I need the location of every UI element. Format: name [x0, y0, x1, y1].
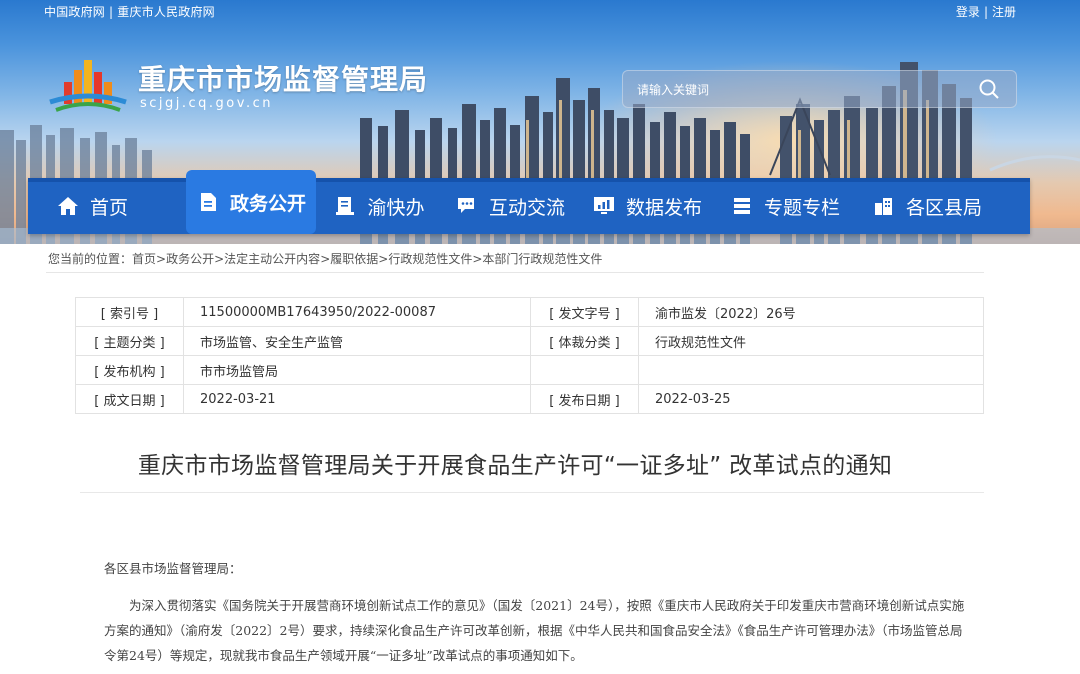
nav-home[interactable]: 首页 — [28, 178, 156, 234]
article-salutation: 各区县市场监督管理局： — [104, 561, 242, 576]
article-body: 各区县市场监督管理局： 为深入贯彻落实《国务院关于开展营商环境创新试点工作的意见… — [104, 556, 974, 668]
user-links: 登录 | 注册 — [955, 5, 1016, 19]
divider — [80, 492, 984, 493]
nav-government-affairs-label: 政务公开 — [229, 192, 306, 215]
table-row: [ 索引号 ] 11500000MB17643950/2022-00087 [ … — [75, 297, 984, 327]
breadcrumb-item[interactable]: 本部门行政规范性文件 — [482, 252, 602, 266]
monitor-chart-icon — [593, 197, 614, 214]
genre-label: [ 体裁分类 ] — [530, 326, 639, 356]
service-icon — [336, 197, 355, 215]
article-paragraph: 为深入贯彻落实《国务院关于开展营商环境创新试点工作的意见》（国发〔2021〕24… — [104, 598, 965, 663]
nav-data-release-label: 数据发布 — [625, 196, 702, 219]
published-date-label: [ 发布日期 ] — [530, 384, 639, 414]
breadcrumb-item[interactable]: 首页 — [132, 252, 156, 266]
list-icon — [733, 198, 750, 214]
created-date-label: [ 成文日期 ] — [75, 384, 184, 414]
created-date-value: 2022-03-21 — [183, 384, 531, 414]
genre-value: 行政规范性文件 — [638, 326, 984, 356]
topic-label: [ 主题分类 ] — [75, 326, 184, 356]
docno-value: 渝市监发〔2022〕26号 — [638, 297, 984, 327]
document-meta-table: [ 索引号 ] 11500000MB17643950/2022-00087 [ … — [75, 297, 984, 414]
table-row: [ 发布机构 ] 市市场监管局 — [75, 355, 984, 385]
breadcrumb-item[interactable]: 行政规范性文件 — [388, 252, 472, 266]
divider — [46, 272, 984, 273]
empty-cell — [638, 355, 984, 385]
org-label: [ 发布机构 ] — [75, 355, 184, 385]
nav-interaction-label: 互动交流 — [488, 196, 565, 219]
table-row: [ 主题分类 ] 市场监管、安全生产监管 [ 体裁分类 ] 行政规范性文件 — [75, 326, 984, 356]
nav-interaction[interactable]: 互动交流 — [442, 178, 578, 234]
nav-special-topics-label: 专题专栏 — [763, 196, 840, 219]
link-gov-cn[interactable]: 中国政府网 — [44, 5, 105, 19]
chat-icon — [457, 198, 474, 213]
article-title: 重庆市市场监督管理局关于开展食品生产许可“一证多址” 改革试点的通知 — [137, 453, 893, 479]
top-links: 中国政府网 | 重庆市人民政府网 — [44, 5, 215, 19]
index-label: [ 索引号 ] — [75, 297, 184, 327]
nav-district-bureaus-label: 各区县局 — [905, 196, 982, 219]
breadcrumb-item[interactable]: 履职依据 — [330, 252, 378, 266]
topic-value: 市场监管、安全生产监管 — [183, 326, 531, 356]
org-value: 市市场监管局 — [183, 355, 531, 385]
buildings-icon — [874, 198, 892, 215]
search-box — [622, 70, 1017, 108]
breadcrumb-prefix: 您当前的位置： — [48, 252, 133, 266]
home-icon — [57, 197, 78, 215]
breadcrumb-item[interactable]: 法定主动公开内容 — [224, 252, 320, 266]
nav-data-release[interactable]: 数据发布 — [578, 178, 716, 234]
nav-special-topics[interactable]: 专题专栏 — [716, 178, 854, 234]
nav-yukuaiban[interactable]: 渝快办 — [316, 178, 442, 234]
site-logo-icon[interactable] — [46, 52, 130, 116]
breadcrumb-item[interactable]: 政务公开 — [166, 252, 214, 266]
document-icon — [200, 193, 216, 211]
site-title: 重庆市市场监督管理局 — [138, 63, 429, 96]
register-link[interactable]: 注册 — [992, 5, 1016, 19]
link-cq-gov[interactable]: 重庆市人民政府网 — [117, 5, 215, 19]
search-icon[interactable] — [978, 78, 1000, 100]
search-input[interactable] — [635, 79, 959, 101]
nav-home-label: 首页 — [89, 196, 128, 219]
empty-cell — [530, 355, 639, 385]
nav-government-affairs[interactable]: 政务公开 — [186, 170, 316, 234]
main-nav: 首页 政务公开 渝快办 互动交流 数据发布 专题专栏 各区县局 — [28, 170, 1030, 234]
login-link[interactable]: 登录 — [956, 5, 980, 19]
breadcrumb: 您当前的位置：首页>政务公开>法定主动公开内容>履职依据>行政规范性文件>本部门… — [48, 252, 603, 266]
published-date-value: 2022-03-25 — [638, 384, 984, 414]
nav-yukuaiban-label: 渝快办 — [367, 196, 425, 219]
index-value: 11500000MB17643950/2022-00087 — [183, 297, 531, 327]
site-domain: scjgj.cq.gov.cn — [140, 96, 273, 111]
docno-label: [ 发文字号 ] — [530, 297, 639, 327]
nav-district-bureaus[interactable]: 各区县局 — [854, 178, 1000, 234]
table-row: [ 成文日期 ] 2022-03-21 [ 发布日期 ] 2022-03-25 — [75, 384, 984, 414]
